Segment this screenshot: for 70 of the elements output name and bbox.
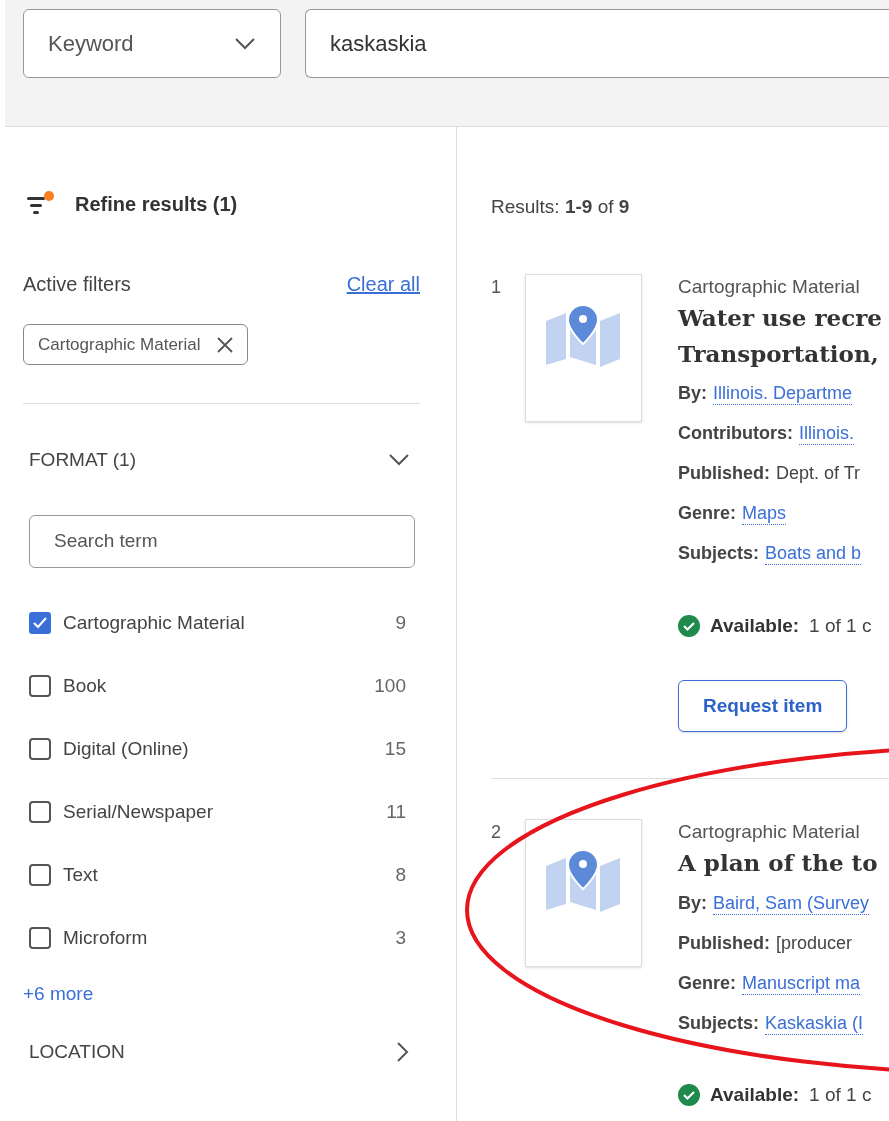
result-number: 2 xyxy=(491,821,502,844)
result-title-link[interactable]: Transportation, xyxy=(678,335,882,372)
field-link[interactable]: Illinois. xyxy=(799,422,854,445)
availability-label: Available: xyxy=(710,1083,800,1107)
facet-heading[interactable]: FORMAT (1) xyxy=(29,446,136,475)
format-label: Cartographic Material xyxy=(678,274,861,299)
show-more-link[interactable]: +6 more xyxy=(23,979,420,1008)
chevron-down-icon xyxy=(234,36,256,51)
availability-text: 1 of 1 c xyxy=(809,613,872,638)
format-label: Cartographic Material xyxy=(678,820,861,844)
field-label: Genre: xyxy=(678,502,737,525)
active-filter-chip[interactable]: Cartographic Material xyxy=(23,324,248,365)
result-title-link[interactable]: A plan of the to xyxy=(678,845,878,881)
map-pin-icon xyxy=(545,304,622,369)
checkbox[interactable] xyxy=(29,612,51,634)
field-label: By: xyxy=(678,382,707,405)
close-icon xyxy=(216,336,233,353)
checkbox[interactable] xyxy=(29,675,51,697)
refine-results-heading: Refine results (1) xyxy=(75,192,238,217)
checkbox[interactable] xyxy=(29,864,51,886)
field-label: Published: xyxy=(678,931,770,955)
field-label: Subjects: xyxy=(678,542,760,565)
result-number: 1 xyxy=(491,275,502,299)
availability-label: Available: xyxy=(710,613,800,638)
field-link[interactable]: Baird, Sam (Survey xyxy=(713,891,870,915)
facet-count: 15 xyxy=(384,736,406,761)
field-value: [producer xyxy=(776,931,853,955)
field-label: Subjects: xyxy=(678,1011,760,1035)
field-link[interactable]: Boats and b xyxy=(765,542,862,565)
facet-option-label[interactable]: Cartographic Material xyxy=(63,608,245,638)
facet-option-label[interactable]: Digital (Online) xyxy=(63,734,189,764)
facet-count: 3 xyxy=(395,925,406,950)
check-circle-icon xyxy=(678,614,700,637)
clear-all-link[interactable]: Clear all xyxy=(346,269,420,299)
facet-option-label[interactable]: Text xyxy=(63,860,98,890)
active-filters-label: Active filters xyxy=(23,272,131,297)
field-value: Dept. of Tr xyxy=(776,462,861,485)
availability-text: 1 of 1 c xyxy=(809,1083,872,1107)
chevron-down-icon[interactable] xyxy=(388,453,410,468)
field-link[interactable]: Manuscript ma xyxy=(742,971,861,995)
facet-heading[interactable]: LOCATION xyxy=(29,1038,125,1067)
field-label: By: xyxy=(678,891,707,915)
result-title-link[interactable]: Water use recre xyxy=(678,299,882,336)
field-label: Genre: xyxy=(678,971,737,995)
checkbox[interactable] xyxy=(29,738,51,760)
field-label: Contributors: xyxy=(678,422,793,445)
search-type-dropdown[interactable]: Keyword xyxy=(23,9,281,78)
facet-count: 8 xyxy=(395,862,406,887)
map-thumbnail[interactable] xyxy=(525,819,642,967)
checkbox[interactable] xyxy=(29,927,51,949)
search-field[interactable]: kaskaskia xyxy=(305,9,889,78)
field-link[interactable]: Illinois. Departme xyxy=(713,382,853,405)
chevron-right-icon[interactable] xyxy=(396,1041,410,1064)
facet-count: 9 xyxy=(395,610,406,635)
results-count: Results: 1-9 of 9 xyxy=(491,195,631,219)
map-thumbnail[interactable] xyxy=(525,273,642,422)
filter-icon xyxy=(27,191,55,217)
check-circle-icon xyxy=(678,1084,700,1107)
facet-option-label[interactable]: Microform xyxy=(63,923,148,953)
request-item-button[interactable]: Request item xyxy=(678,680,848,732)
facet-count: 100 xyxy=(374,673,406,698)
field-link[interactable]: Kaskaskia (I xyxy=(765,1011,864,1035)
field-link[interactable]: Maps xyxy=(742,502,787,525)
field-label: Published: xyxy=(678,462,770,485)
facet-count: 11 xyxy=(386,799,406,824)
facet-option-label[interactable]: Serial/Newspaper xyxy=(63,797,213,827)
facet-option-label[interactable]: Book xyxy=(63,671,107,701)
checkbox[interactable] xyxy=(29,801,51,823)
map-pin-icon xyxy=(545,850,622,914)
facet-search-field[interactable]: Search term xyxy=(29,514,415,568)
